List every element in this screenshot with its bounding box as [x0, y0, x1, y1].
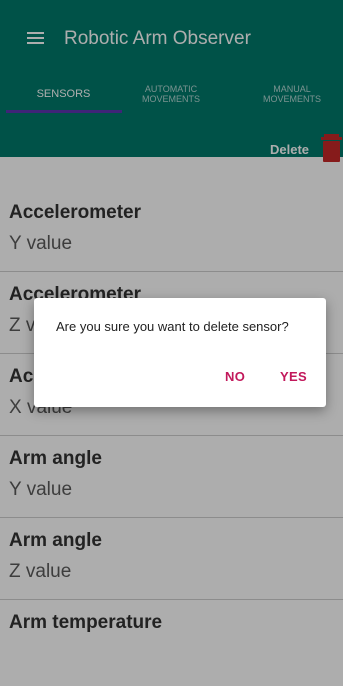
delete-confirm-dialog: Are you sure you want to delete sensor? …	[34, 298, 326, 407]
no-button[interactable]: NO	[219, 365, 251, 388]
app-screen: Robotic Arm Observer SENSORS AUTOMATIC M…	[0, 0, 343, 686]
yes-button[interactable]: YES	[274, 365, 313, 388]
dialog-message: Are you sure you want to delete sensor?	[56, 319, 289, 334]
